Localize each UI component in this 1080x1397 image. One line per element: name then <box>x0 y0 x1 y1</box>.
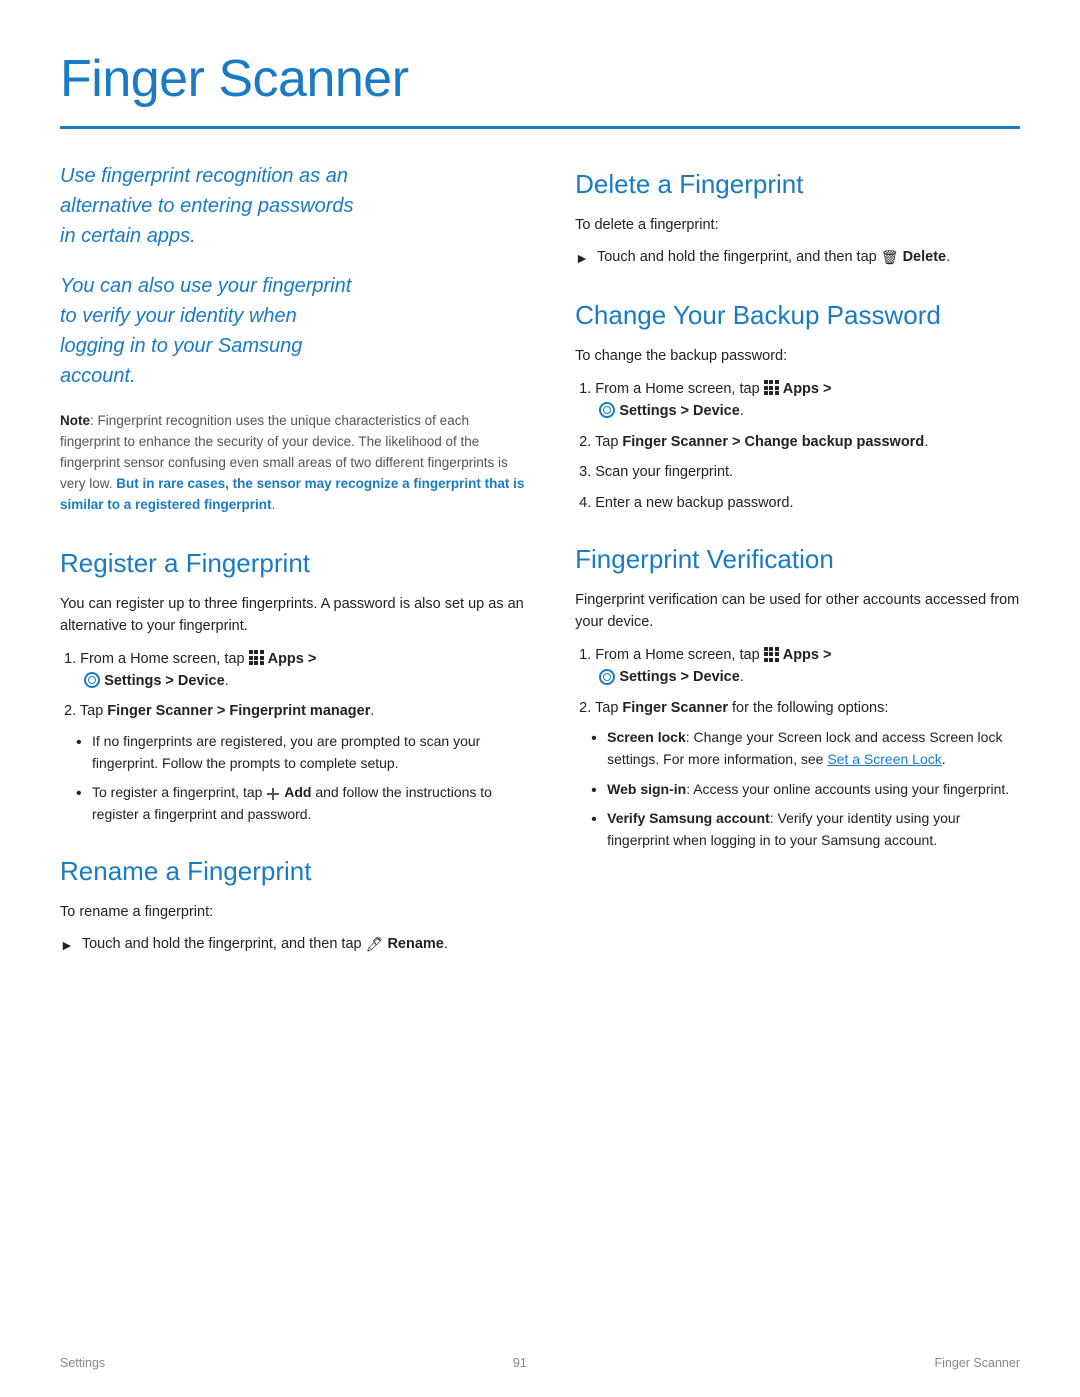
right-column: Delete a Fingerprint To delete a fingerp… <box>575 161 1020 983</box>
note-block: Note: Fingerprint recognition uses the u… <box>60 411 527 516</box>
trash-icon: 🗑 <box>881 247 899 269</box>
change-backup-section: Change Your Backup Password To change th… <box>575 296 1020 514</box>
fv-step-1: 1. From a Home screen, tap Apps > <box>575 644 1020 689</box>
register-step-2: 2. Tap Finger Scanner > Fingerprint mana… <box>60 700 527 722</box>
page-title: Finger Scanner <box>60 40 1020 118</box>
add-icon <box>266 786 280 800</box>
change-backup-body: To change the backup password: <box>575 345 1020 367</box>
right-arrow-icon-rename: ► <box>60 935 74 957</box>
delete-section: Delete a Fingerprint To delete a fingerp… <box>575 165 1020 270</box>
rename-arrow-item: ► Touch and hold the fingerprint, and th… <box>60 933 527 957</box>
apps-grid-icon-2 <box>764 381 783 397</box>
fingerprint-verification-steps: 1. From a Home screen, tap Apps > <box>575 644 1020 719</box>
settings-icon-2 <box>599 402 615 418</box>
rename-body: To rename a fingerprint: <box>60 901 527 923</box>
fv-bullet-2: Web sign-in: Access your online accounts… <box>591 779 1020 801</box>
settings-icon-1 <box>84 672 100 688</box>
apps-grid-icon-3 <box>764 647 783 663</box>
register-section: Register a Fingerprint You can register … <box>60 544 527 826</box>
delete-arrow-item: ► Touch and hold the fingerprint, and th… <box>575 246 1020 270</box>
apps-grid-icon-1 <box>249 651 268 667</box>
change-backup-step-4: 4. Enter a new backup password. <box>575 492 1020 514</box>
note-bold-blue: But in rare cases, the sensor may recogn… <box>60 476 524 512</box>
footer-right: Finger Scanner <box>935 1354 1020 1373</box>
footer: Settings 91 Finger Scanner <box>60 1354 1020 1373</box>
footer-center: 91 <box>513 1354 527 1373</box>
change-backup-step-1: 1. From a Home screen, tap Apps > <box>575 378 1020 423</box>
right-arrow-icon-delete: ► <box>575 248 589 270</box>
change-backup-step-2: 2. Tap Finger Scanner > Change backup pa… <box>575 431 1020 453</box>
settings-icon-3 <box>599 669 615 685</box>
rename-pencil-icon: 🖊 <box>366 934 384 956</box>
left-column: Use fingerprint recognition as an altern… <box>60 161 527 983</box>
rename-title: Rename a Fingerprint <box>60 852 527 891</box>
delete-title: Delete a Fingerprint <box>575 165 1020 204</box>
register-bullet-1: If no fingerprints are registered, you a… <box>76 731 527 774</box>
register-body: You can register up to three fingerprint… <box>60 593 527 638</box>
fv-bullets: Screen lock: Change your Screen lock and… <box>591 727 1020 851</box>
fv-step-2: 2. Tap Finger Scanner for the following … <box>575 697 1020 719</box>
fv-bullet-1: Screen lock: Change your Screen lock and… <box>591 727 1020 770</box>
register-step-1: 1. From a Home screen, tap Apps > <box>60 648 527 693</box>
intro-paragraph-1: Use fingerprint recognition as an altern… <box>60 161 527 251</box>
change-backup-title: Change Your Backup Password <box>575 296 1020 335</box>
fingerprint-verification-section: Fingerprint Verification Fingerprint ver… <box>575 540 1020 852</box>
fingerprint-verification-title: Fingerprint Verification <box>575 540 1020 579</box>
delete-body: To delete a fingerprint: <box>575 214 1020 236</box>
intro-paragraph-2: You can also use your fingerprint to ver… <box>60 271 527 391</box>
fv-bullet-3: Verify Samsung account: Verify your iden… <box>591 808 1020 851</box>
change-backup-steps: 1. From a Home screen, tap Apps > <box>575 378 1020 514</box>
note-label: Note <box>60 413 90 428</box>
rename-section: Rename a Fingerprint To rename a fingerp… <box>60 852 527 957</box>
screen-lock-link[interactable]: Set a Screen Lock <box>827 751 941 767</box>
footer-left: Settings <box>60 1354 105 1373</box>
fingerprint-verification-body: Fingerprint verification can be used for… <box>575 589 1020 634</box>
register-steps: 1. From a Home screen, tap Apps > <box>60 648 527 723</box>
register-bullets: If no fingerprints are registered, you a… <box>76 731 527 826</box>
register-bullet-2: To register a fingerprint, tap Add and f… <box>76 782 527 825</box>
register-title: Register a Fingerprint <box>60 544 527 583</box>
change-backup-step-3: 3. Scan your fingerprint. <box>575 461 1020 483</box>
title-rule <box>60 126 1020 129</box>
